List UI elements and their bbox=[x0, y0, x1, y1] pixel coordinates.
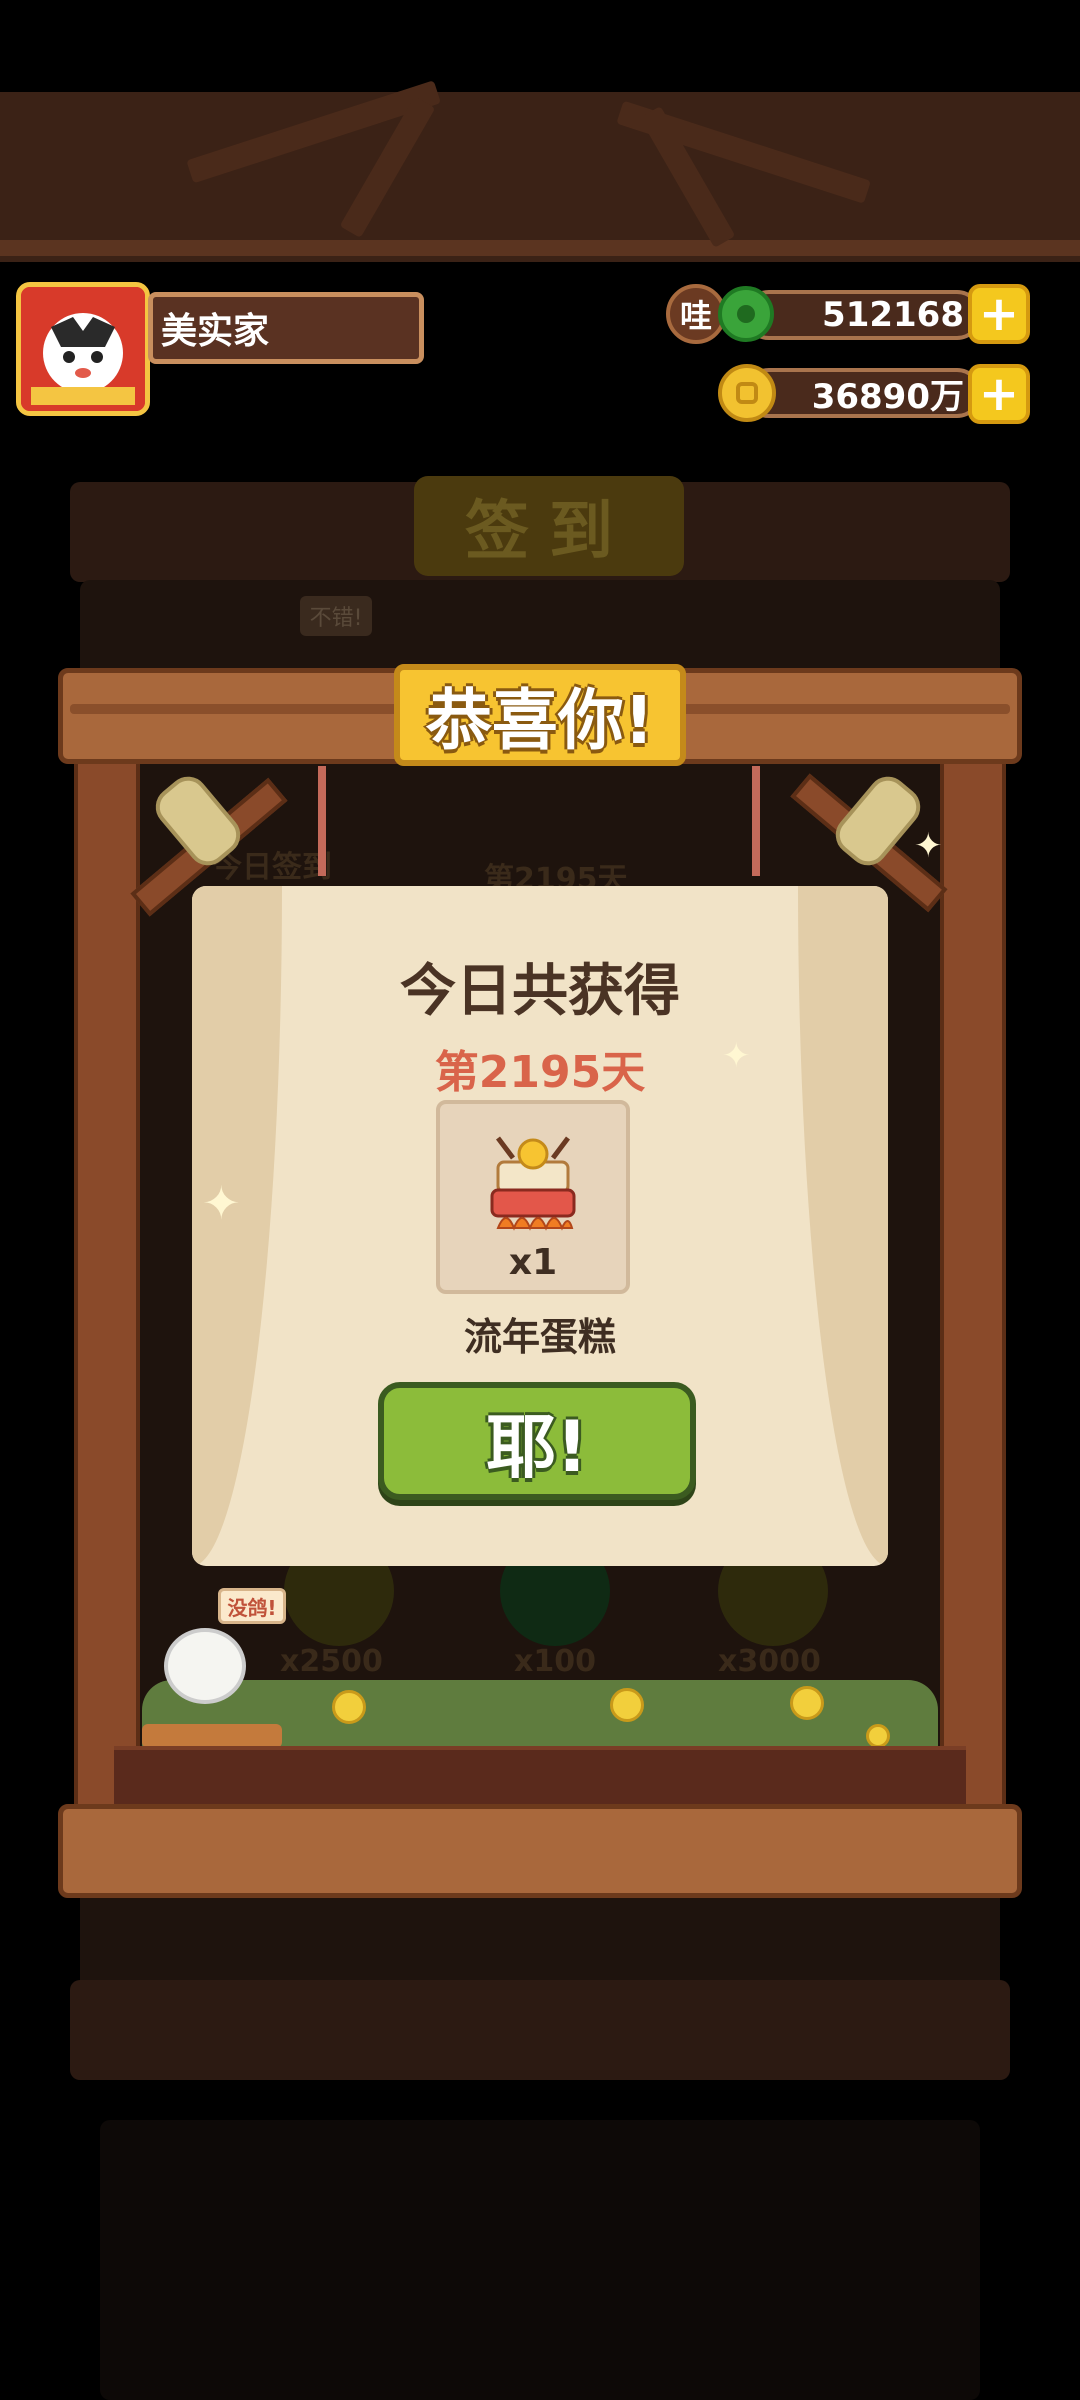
reward-item-name: 流年蛋糕 bbox=[463, 1315, 616, 1359]
bottom-area bbox=[100, 2120, 980, 2400]
bg-reward-amount: x2500 bbox=[280, 1644, 383, 1679]
roof-beam bbox=[0, 92, 1080, 262]
bg-reward-amount: x3000 bbox=[718, 1644, 821, 1679]
bottom-shelf bbox=[70, 1980, 1010, 2080]
bush-coin-icon bbox=[866, 1724, 890, 1748]
coin-icon bbox=[718, 364, 776, 422]
sparkle-icon: ✦ bbox=[202, 1176, 241, 1230]
reward-day: 第2195天 bbox=[434, 1047, 646, 1098]
frame-sill bbox=[58, 1804, 1022, 1898]
reward-card: 今日共获得 第2195天 x1 流年蛋糕 耶! ✦ ✦ bbox=[192, 886, 888, 1566]
frame-base bbox=[114, 1746, 966, 1806]
popup-title: 恭喜你! bbox=[394, 664, 686, 766]
bg-chick-bubble: 不错! bbox=[300, 596, 372, 636]
add-coin-button[interactable]: + bbox=[968, 364, 1030, 424]
board-title: 签到 bbox=[414, 476, 684, 576]
add-jade-button[interactable]: + bbox=[968, 284, 1030, 344]
wa-badge-icon: 哇 bbox=[666, 284, 726, 344]
bush-coin-icon bbox=[610, 1688, 644, 1722]
hanging-string-right bbox=[752, 766, 760, 876]
roof-beam-edge bbox=[0, 240, 1080, 256]
sparkle-icon: ✦ bbox=[914, 826, 943, 866]
cake-icon bbox=[490, 1136, 576, 1231]
bush-coin-icon bbox=[790, 1686, 824, 1720]
frame-post-left bbox=[74, 740, 140, 1820]
coin-counter: 36890万 bbox=[744, 368, 982, 418]
reward-heading: 今日共获得 bbox=[400, 959, 680, 1024]
hanging-string-left bbox=[318, 766, 326, 876]
sparkle-icon: ✦ bbox=[722, 1036, 751, 1076]
bush-coin-icon bbox=[332, 1690, 366, 1724]
log bbox=[142, 1724, 282, 1748]
bg-reward-amount: x100 bbox=[514, 1644, 596, 1679]
avatar-icon bbox=[21, 287, 145, 411]
jade-icon bbox=[718, 286, 774, 342]
confirm-button[interactable]: 耶! bbox=[378, 1382, 696, 1500]
avatar[interactable] bbox=[16, 282, 150, 416]
frame-post-right bbox=[940, 740, 1006, 1820]
jade-counter: 512168 bbox=[744, 290, 982, 340]
reward-item: x1 bbox=[436, 1100, 630, 1294]
chick-speech: 没鸽! bbox=[218, 1588, 286, 1624]
chick-icon bbox=[164, 1628, 246, 1704]
reward-item-count: x1 bbox=[508, 1242, 558, 1283]
player-name: 美实家 bbox=[148, 292, 424, 364]
